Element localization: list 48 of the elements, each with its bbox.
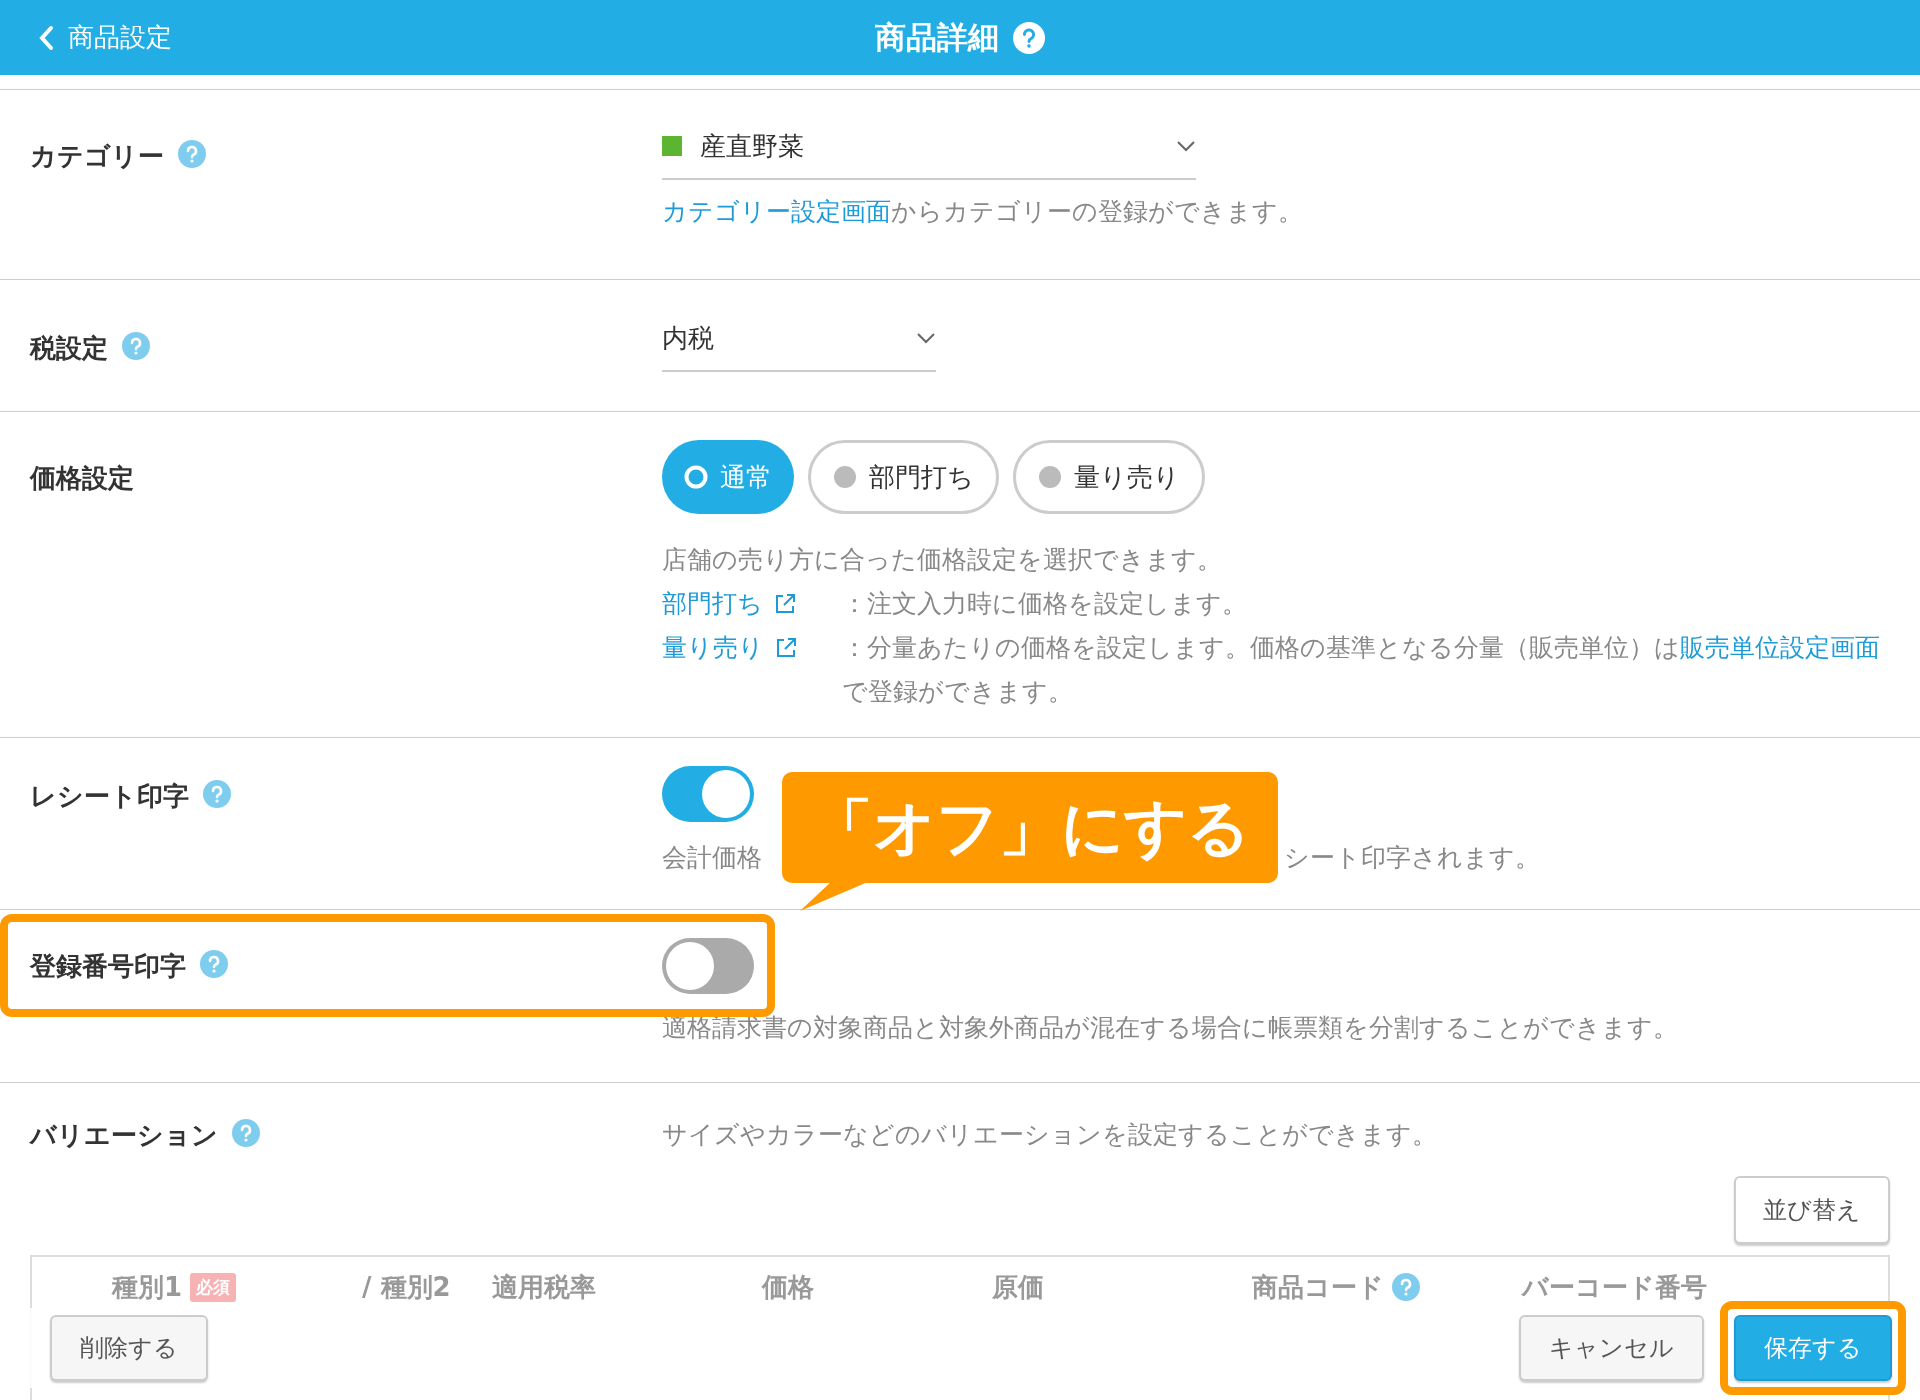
receipt-label: レシート印字 xyxy=(30,780,189,812)
radio-dot-icon xyxy=(1038,465,1062,489)
category-label: カテゴリー xyxy=(30,140,164,172)
price-type-radio[interactable]: 部門打ち xyxy=(808,440,999,514)
column-header: 価格 xyxy=(762,1270,815,1304)
column-header: / 種別2 xyxy=(362,1270,452,1304)
help-icon[interactable] xyxy=(1013,21,1045,54)
column-header: 種別1 必須 xyxy=(112,1269,362,1305)
chevron-down-icon xyxy=(916,332,936,344)
registration-label: 登録番号印字 xyxy=(30,950,186,982)
help-icon[interactable] xyxy=(122,332,150,360)
tax-label: 税設定 xyxy=(30,332,108,364)
price-label: 価格設定 xyxy=(30,462,134,494)
column-header: 原価 xyxy=(992,1270,1045,1304)
column-header: 適用税率 xyxy=(492,1270,597,1304)
tax-select[interactable]: 内税 xyxy=(662,318,936,372)
column-header: 商品コード xyxy=(1252,1269,1522,1305)
back-chevron-icon xyxy=(38,24,54,51)
variation-note: サイズやカラーなどのバリエーションを設定することができます。 xyxy=(662,1119,1437,1151)
cancel-button[interactable]: キャンセル xyxy=(1519,1315,1704,1381)
price-type-radio[interactable]: 量り売り xyxy=(1013,440,1205,514)
help-icon[interactable] xyxy=(203,780,231,808)
sort-button[interactable]: 並び替え xyxy=(1734,1176,1890,1244)
help-icon[interactable] xyxy=(1392,1273,1420,1301)
help-icon[interactable] xyxy=(178,140,206,168)
external-link-icon xyxy=(773,592,797,616)
help-icon[interactable] xyxy=(200,950,228,978)
receipt-toggle[interactable] xyxy=(662,766,754,822)
category-note: カテゴリー設定画面からカテゴリーの登録ができます。 xyxy=(662,196,1303,228)
price-note: ：分量あたりの価格を設定します。価格の基準となる分量（販売単位）は販売単位設定画面 で登録ができます。 xyxy=(842,632,1881,708)
external-link-icon xyxy=(774,636,798,660)
receipt-note-end: シート印字されます。 xyxy=(1284,842,1540,874)
price-description: 店舗の売り方に合った価格設定を選択できます。 xyxy=(662,544,1222,576)
category-select[interactable]: 産直野菜 xyxy=(662,126,1196,180)
radio-ring-icon xyxy=(684,465,708,489)
callout-text: 「オフ」にする xyxy=(810,789,1250,866)
delete-button[interactable]: 削除する xyxy=(50,1315,208,1381)
receipt-note-start: 会計価格 xyxy=(662,842,762,874)
required-badge: 必須 xyxy=(190,1272,237,1302)
registration-note: 適格請求書の対象商品と対象外商品が混在する場合に帳票類を分割することができます。 xyxy=(662,1012,1678,1044)
price-note: ：注文入力時に価格を設定します。 xyxy=(842,588,1248,620)
chevron-down-icon xyxy=(1176,140,1196,152)
column-header: バーコード番号 xyxy=(1522,1270,1708,1304)
radio-dot-icon xyxy=(833,465,857,489)
page-title: 商品詳細 xyxy=(875,17,999,57)
registration-toggle[interactable] xyxy=(662,938,754,994)
help-icon[interactable] xyxy=(232,1119,260,1147)
variation-label: バリエーション xyxy=(30,1119,218,1151)
